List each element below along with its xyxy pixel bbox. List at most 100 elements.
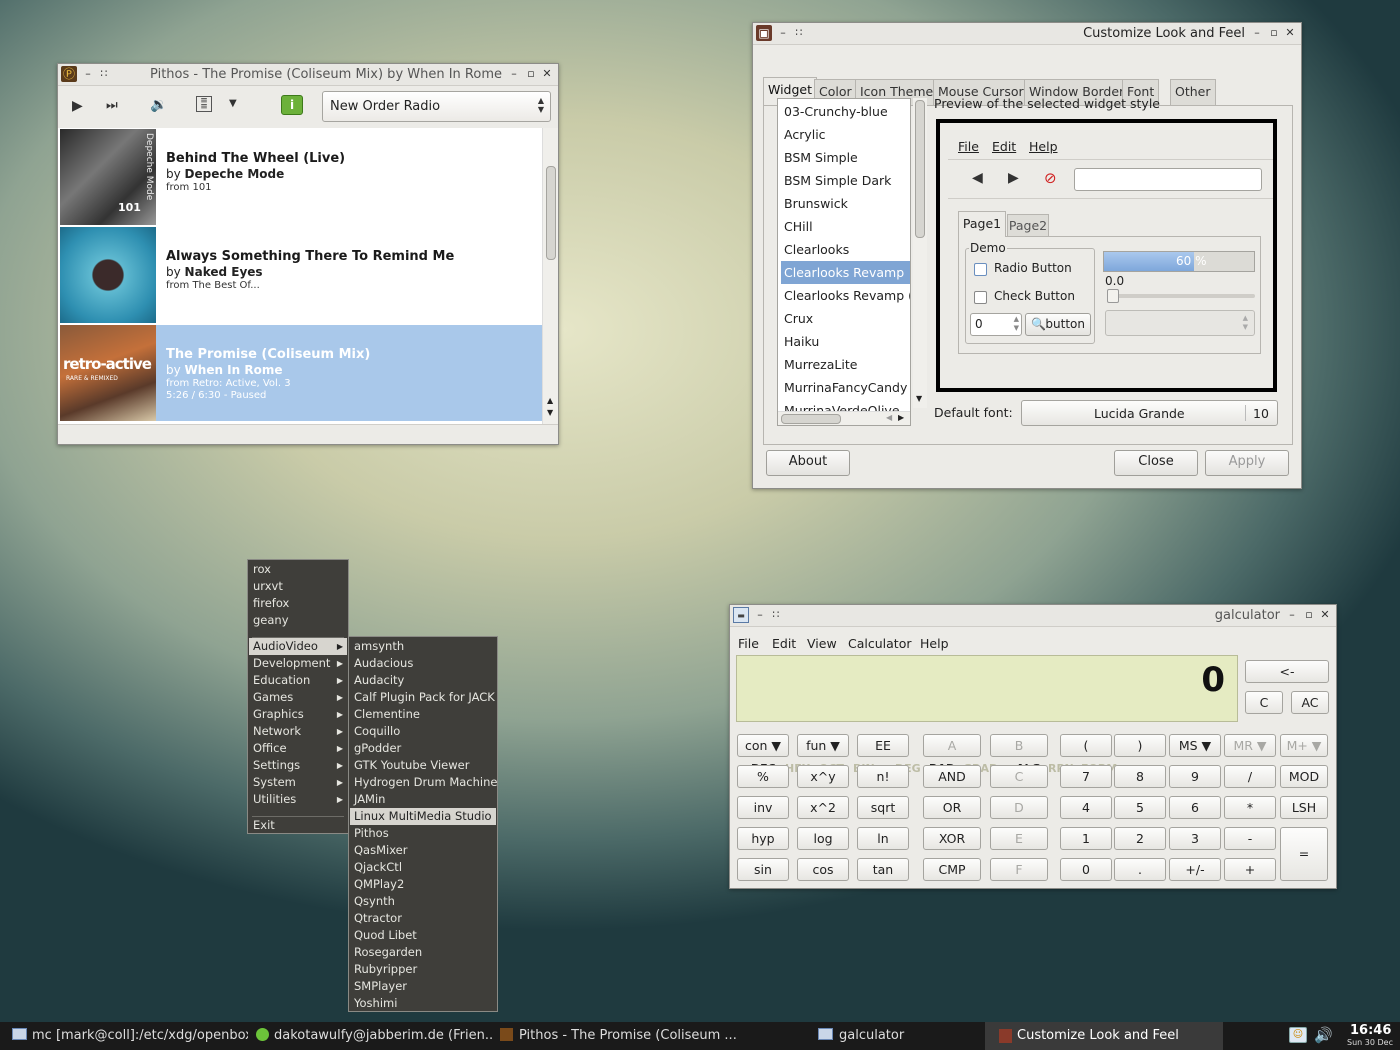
submenu-item-qsynth[interactable]: Qsynth bbox=[350, 893, 496, 910]
menu-category-network[interactable]: Network ▶ bbox=[249, 723, 347, 740]
volume-tray-icon[interactable]: 🔊 bbox=[1314, 1026, 1338, 1046]
menu-item-firefox[interactable]: firefox bbox=[249, 595, 347, 612]
calc-button-sin[interactable]: sin bbox=[737, 858, 789, 881]
calc-button-d[interactable]: D bbox=[990, 796, 1048, 819]
menu-category-education[interactable]: Education ▶ bbox=[249, 672, 347, 689]
scroll-down-icon[interactable]: ▼ bbox=[547, 408, 553, 417]
calc-button-m[interactable]: M+ ▼ bbox=[1280, 734, 1328, 757]
theme-item-bsm-simple-dark[interactable]: BSM Simple Dark bbox=[781, 169, 910, 192]
calc-button-n[interactable]: n! bbox=[857, 765, 909, 788]
next-icon[interactable]: ⏭ bbox=[106, 98, 118, 113]
submenu-item-gpodder[interactable]: gPodder bbox=[350, 740, 496, 757]
song-list-scrollbar[interactable]: ▲ ▼ bbox=[542, 128, 558, 424]
calc-button-3[interactable]: 3 bbox=[1169, 827, 1221, 850]
calc-button-and[interactable]: AND bbox=[923, 765, 981, 788]
minimize-icon[interactable]: – bbox=[1249, 25, 1265, 41]
calc-button-key[interactable]: +/- bbox=[1169, 858, 1221, 881]
task-customize[interactable]: Customize Look and Feel bbox=[985, 1022, 1223, 1050]
theme-item-clearlooks[interactable]: Clearlooks bbox=[781, 238, 910, 261]
dropdown-arrow-icon[interactable]: ▼ bbox=[229, 98, 237, 109]
minimize-icon[interactable]: – bbox=[506, 66, 522, 82]
shade-icon[interactable]: – bbox=[752, 607, 768, 623]
theme-item-clearlooks-revamp-cl[interactable]: Clearlooks Revamp (cl bbox=[781, 284, 910, 307]
pithos-titlebar[interactable]: Ⓟ – ∷ Pithos - The Promise (Coliseum Mix… bbox=[58, 64, 558, 86]
calc-button-xor[interactable]: XOR bbox=[923, 827, 981, 850]
about-button[interactable]: About bbox=[766, 450, 850, 476]
song-row-selected[interactable]: retro-active RARE & REMIXED The Promise … bbox=[60, 325, 542, 421]
scrollbar-thumb[interactable] bbox=[546, 166, 556, 260]
menu-category-settings[interactable]: Settings ▶ bbox=[249, 757, 347, 774]
calc-button-b[interactable]: B bbox=[990, 734, 1048, 757]
submenu-item-clementine[interactable]: Clementine bbox=[350, 706, 496, 723]
calc-menu-help[interactable]: Help bbox=[920, 636, 949, 651]
calc-button-x-2[interactable]: x^2 bbox=[797, 796, 849, 819]
calc-button-con[interactable]: con ▼ bbox=[737, 734, 789, 757]
song-list[interactable]: Depeche Mode 101 Behind The Wheel (Live)… bbox=[58, 128, 558, 424]
theme-item-brunswick[interactable]: Brunswick bbox=[781, 192, 910, 215]
info-icon[interactable]: i bbox=[281, 95, 303, 115]
minimize-icon[interactable]: – bbox=[1284, 607, 1300, 623]
scroll-right-icon[interactable]: ▶ bbox=[898, 413, 904, 422]
menu-category-graphics[interactable]: Graphics ▶ bbox=[249, 706, 347, 723]
calc-button-7[interactable]: 7 bbox=[1060, 765, 1112, 788]
submenu-item-coquillo[interactable]: Coquillo bbox=[350, 723, 496, 740]
sticky-icon[interactable]: ∷ bbox=[791, 25, 807, 41]
submenu-item-audacious[interactable]: Audacious bbox=[350, 655, 496, 672]
submenu-item-qtractor[interactable]: Qtractor bbox=[350, 910, 496, 927]
theme-item-murrinafancycandy[interactable]: MurrinaFancyCandy bbox=[781, 376, 910, 399]
theme-item-chill[interactable]: CHill bbox=[781, 215, 910, 238]
theme-item-haiku[interactable]: Haiku bbox=[781, 330, 910, 353]
calc-button-mr[interactable]: MR ▼ bbox=[1224, 734, 1276, 757]
task-terminal[interactable]: mc [mark@coll]:/etc/xdg/openbox bbox=[12, 1022, 248, 1050]
theme-list[interactable]: 03-Crunchy-blue Acrylic BSM Simple BSM Simp… bbox=[777, 98, 911, 426]
all-clear-button[interactable]: AC bbox=[1291, 691, 1329, 714]
submenu-item-quod-libet[interactable]: Quod Libet bbox=[350, 927, 496, 944]
vscroll-thumb[interactable] bbox=[915, 100, 925, 238]
calc-menu-view[interactable]: View bbox=[807, 636, 837, 651]
calc-button-cos[interactable]: cos bbox=[797, 858, 849, 881]
calc-button-key[interactable]: - bbox=[1224, 827, 1276, 850]
calc-button-6[interactable]: 6 bbox=[1169, 796, 1221, 819]
close-button[interactable]: Close bbox=[1114, 450, 1198, 476]
calc-button-sqrt[interactable]: sqrt bbox=[857, 796, 909, 819]
calc-button-key[interactable]: = bbox=[1280, 827, 1328, 881]
theme-item-clearlooks-revamp[interactable]: Clearlooks Revamp bbox=[781, 261, 910, 284]
clock-time[interactable]: 16:46 bbox=[1350, 1023, 1391, 1038]
scroll-up-icon[interactable]: ▲ bbox=[547, 396, 553, 405]
theme-item-bsm-simple[interactable]: BSM Simple bbox=[781, 146, 910, 169]
calc-button-fun[interactable]: fun ▼ bbox=[797, 734, 849, 757]
task-jabber[interactable]: dakotawulfy@jabberim.de (Frien... bbox=[256, 1022, 492, 1050]
submenu-item-amsynth[interactable]: amsynth bbox=[350, 638, 496, 655]
calc-button-ee[interactable]: EE bbox=[857, 734, 909, 757]
calc-button-c[interactable]: C bbox=[990, 765, 1048, 788]
submenu-item-hydrogen-drum-machine[interactable]: Hydrogen Drum Machine bbox=[350, 774, 497, 791]
submenu-item-jamin[interactable]: JAMin bbox=[350, 791, 496, 808]
apply-button[interactable]: Apply bbox=[1205, 450, 1289, 476]
theme-list-hscrollbar[interactable]: ◀ ▶ bbox=[778, 411, 910, 425]
play-icon[interactable]: ▶ bbox=[72, 98, 83, 114]
close-icon[interactable]: ✕ bbox=[1282, 25, 1298, 41]
calc-button-mod[interactable]: MOD bbox=[1280, 765, 1328, 788]
menu-category-games[interactable]: Games ▶ bbox=[249, 689, 347, 706]
calc-button-4[interactable]: 4 bbox=[1060, 796, 1112, 819]
shade-icon[interactable]: – bbox=[80, 66, 96, 82]
submenu-item-qjackctl[interactable]: QjackCtl bbox=[350, 859, 496, 876]
menu-item-exit[interactable]: Exit bbox=[249, 817, 347, 834]
calc-button-f[interactable]: F bbox=[990, 858, 1048, 881]
calc-button-1[interactable]: 1 bbox=[1060, 827, 1112, 850]
submenu-item-qasmixer[interactable]: QasMixer bbox=[350, 842, 496, 859]
calc-button-or[interactable]: OR bbox=[923, 796, 981, 819]
menu-category-development[interactable]: Development ▶ bbox=[249, 655, 347, 672]
task-galculator[interactable]: galculator bbox=[818, 1022, 978, 1050]
calc-button-x-y[interactable]: x^y bbox=[797, 765, 849, 788]
sticky-icon[interactable]: ∷ bbox=[768, 607, 784, 623]
galculator-app-icon[interactable]: ▬ bbox=[733, 607, 749, 623]
maximize-icon[interactable]: ▫ bbox=[523, 66, 539, 82]
menu-category-office[interactable]: Office ▶ bbox=[249, 740, 347, 757]
calc-button-9[interactable]: 9 bbox=[1169, 765, 1221, 788]
submenu-item-audacity[interactable]: Audacity bbox=[350, 672, 496, 689]
sticky-icon[interactable]: ∷ bbox=[96, 66, 112, 82]
calc-menu-file[interactable]: File bbox=[738, 636, 759, 651]
calc-button-ln[interactable]: ln bbox=[857, 827, 909, 850]
calc-button-ms[interactable]: MS ▼ bbox=[1169, 734, 1221, 757]
